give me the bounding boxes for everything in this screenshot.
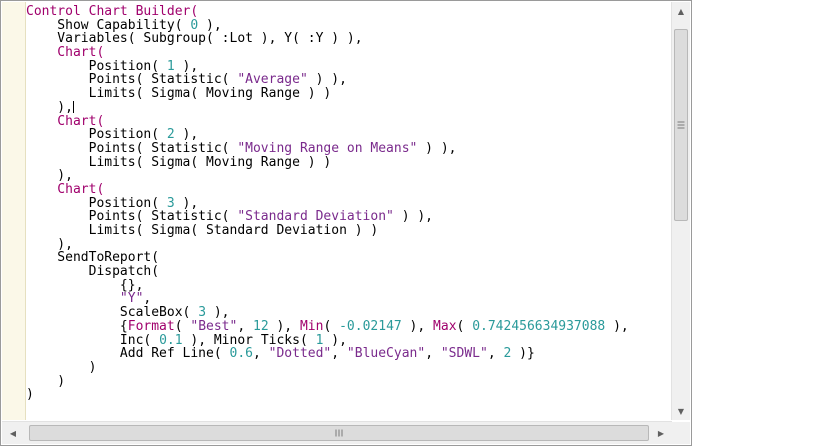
code-line[interactable]: Chart( bbox=[26, 114, 671, 129]
code-line[interactable]: Position( 1 ), bbox=[26, 59, 671, 74]
arrow-up-icon: ▲ bbox=[677, 6, 685, 16]
code-token: "SDWL" bbox=[440, 346, 488, 362]
code-token: -0.02147 bbox=[339, 318, 402, 334]
code-token: ) ), bbox=[417, 140, 457, 156]
code-line[interactable]: Limits( Sigma( Moving Range ) ) bbox=[26, 87, 671, 101]
code-line[interactable]: Points( Statistic( "Moving Range on Mean… bbox=[26, 142, 671, 156]
code-area[interactable]: Control Chart Builder( Show Capability( … bbox=[26, 5, 671, 419]
code-token: ), bbox=[401, 318, 434, 334]
arrow-left-icon: ◀ bbox=[9, 428, 17, 438]
code-line[interactable]: Dispatch( bbox=[26, 265, 671, 279]
code-token: 0.6 bbox=[229, 346, 253, 362]
code-line[interactable]: Points( Statistic( "Average" ) ), bbox=[26, 73, 671, 87]
horizontal-scrollbar[interactable]: ◀ ▶ bbox=[2, 421, 672, 444]
code-token: ( bbox=[456, 318, 473, 334]
code-line[interactable]: ), bbox=[26, 169, 671, 183]
vertical-scrollbar[interactable]: ▲ ▼ bbox=[671, 2, 690, 420]
code-line[interactable]: Control Chart Builder( bbox=[26, 5, 671, 19]
code-line[interactable]: Limits( Sigma( Standard Deviation ) ) bbox=[26, 224, 671, 238]
code-line[interactable]: Points( Statistic( "Standard Deviation" … bbox=[26, 210, 671, 224]
arrow-down-icon: ▼ bbox=[677, 406, 685, 416]
code-line[interactable]: Variables( Subgroup( :Lot ), Y( :Y ) ), bbox=[26, 32, 671, 46]
scroll-down-button[interactable]: ▼ bbox=[672, 402, 690, 420]
code-token: ), bbox=[605, 318, 629, 334]
scroll-corner bbox=[671, 422, 690, 444]
code-line[interactable]: ) bbox=[26, 361, 671, 375]
code-token: , bbox=[331, 346, 347, 362]
code-token: "BlueCyan" bbox=[346, 346, 426, 362]
scroll-left-button[interactable]: ◀ bbox=[4, 424, 22, 442]
code-token: Max bbox=[433, 318, 457, 334]
script-editor[interactable]: Control Chart Builder( Show Capability( … bbox=[0, 0, 692, 446]
horizontal-scroll-thumb[interactable] bbox=[29, 425, 649, 441]
scroll-up-button[interactable]: ▲ bbox=[672, 2, 690, 20]
vertical-scroll-thumb[interactable] bbox=[674, 29, 688, 221]
code-line[interactable]: ), bbox=[26, 237, 671, 252]
arrow-right-icon: ▶ bbox=[657, 428, 665, 438]
code-token: ) bbox=[26, 387, 34, 403]
code-line[interactable]: Inc( 0.1 ), Minor Ticks( 1 ), bbox=[26, 333, 671, 348]
code-line[interactable]: Limits( Sigma( Moving Range ) ) bbox=[26, 155, 671, 170]
code-line[interactable]: Chart( bbox=[26, 46, 671, 60]
code-line[interactable]: Position( 3 ), bbox=[26, 196, 671, 211]
code-line[interactable]: SendToReport( bbox=[26, 251, 671, 265]
code-token: , bbox=[425, 346, 441, 362]
code-line[interactable]: Chart( bbox=[26, 183, 671, 197]
code-token: 0.742456634937088 bbox=[472, 318, 606, 334]
code-line[interactable]: Add Ref Line( 0.6, "Dotted", "BlueCyan",… bbox=[26, 347, 671, 361]
editor-gutter bbox=[2, 2, 26, 420]
grip-icon bbox=[677, 121, 685, 129]
code-line[interactable]: Show Capability( 0 ), bbox=[26, 18, 671, 33]
code-token: , bbox=[252, 346, 269, 362]
code-line[interactable]: ) bbox=[26, 374, 671, 389]
code-line[interactable]: ScaleBox( 3 ), bbox=[26, 306, 671, 320]
code-line[interactable]: Position( 2 ), bbox=[26, 128, 671, 142]
code-line[interactable]: "Y", bbox=[26, 292, 671, 306]
code-line[interactable]: ) bbox=[26, 388, 671, 402]
code-token: , bbox=[487, 346, 504, 362]
code-token: )} bbox=[511, 346, 535, 362]
code-token: "Dotted" bbox=[268, 346, 332, 362]
grip-icon bbox=[335, 429, 343, 437]
code-line[interactable]: {Format( "Best", 12 ), Min( -0.02147 ), … bbox=[26, 318, 671, 334]
code-line[interactable]: {}, bbox=[26, 278, 671, 293]
code-token: Limits( Sigma( Standard Deviation ) ) bbox=[26, 223, 379, 238]
code-token: ) ), bbox=[393, 209, 434, 225]
text-caret bbox=[72, 101, 74, 114]
scroll-right-button[interactable]: ▶ bbox=[652, 424, 670, 442]
code-line[interactable]: ), bbox=[26, 100, 671, 115]
